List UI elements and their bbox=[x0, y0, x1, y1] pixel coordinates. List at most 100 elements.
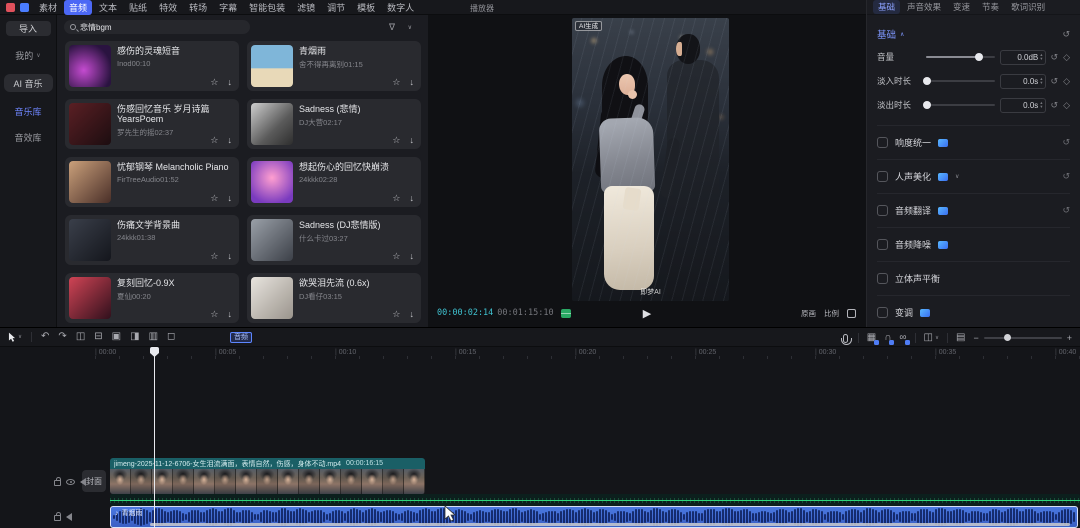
music-card[interactable]: 复刻回忆-0.9X夏仙00:20☆↓ bbox=[65, 273, 239, 323]
stepper-down-icon[interactable]: ▾ bbox=[1040, 105, 1042, 109]
panel-tab-1[interactable]: 基础 bbox=[873, 0, 900, 14]
music-card[interactable]: Sadness (悲情)DJ大营02:17☆↓ bbox=[247, 99, 421, 149]
keyframe-icon[interactable]: ◇ bbox=[1063, 100, 1070, 111]
menu-item-3[interactable]: 文本 bbox=[94, 0, 122, 15]
sidebar-item-mine[interactable]: 我的 ∨ bbox=[0, 49, 56, 62]
adjust-icon[interactable]: ▤ bbox=[956, 333, 965, 343]
reverse-icon[interactable]: ◨ bbox=[130, 332, 139, 342]
playhead[interactable] bbox=[150, 347, 159, 528]
checkbox[interactable] bbox=[877, 273, 888, 284]
reset-icon[interactable]: ↺ bbox=[1062, 29, 1070, 40]
music-card[interactable]: 忧郁钢琴 Melancholic PianoFirTreeAudio01:52☆… bbox=[65, 157, 239, 207]
checkbox[interactable] bbox=[877, 205, 888, 216]
mute-icon[interactable] bbox=[66, 513, 72, 521]
audio-feature-row[interactable]: 音频翻译↺ bbox=[877, 193, 1070, 227]
checkbox[interactable] bbox=[877, 239, 888, 250]
play-button[interactable]: ▶ bbox=[643, 307, 651, 320]
lock-icon[interactable] bbox=[54, 515, 61, 521]
reset-icon[interactable]: ↺ bbox=[1062, 171, 1070, 182]
zoom-knob[interactable] bbox=[1004, 334, 1011, 341]
workspace-icon[interactable] bbox=[20, 3, 29, 12]
preview-video[interactable]: AI生成 即梦AI bbox=[572, 18, 729, 301]
menu-item-10[interactable]: 调节 bbox=[322, 0, 350, 15]
timeline-ruler[interactable]: 00:0000:0500:1000:1500:2000:2500:3000:35… bbox=[0, 347, 1080, 359]
stepper-down-icon[interactable]: ▾ bbox=[1040, 81, 1042, 85]
star-icon[interactable]: ☆ bbox=[210, 193, 218, 204]
panel-tab-4[interactable]: 节奏 bbox=[977, 0, 1004, 14]
link-icon[interactable]: ∞ bbox=[899, 333, 906, 343]
music-card[interactable]: 欲哭泪先流 (0.6x)DJ看仔03:15☆↓ bbox=[247, 273, 421, 323]
menu-item-7[interactable]: 字幕 bbox=[214, 0, 242, 15]
panel-tab-3[interactable]: 变速 bbox=[948, 0, 975, 14]
panel-tab-5[interactable]: 歌词识别 bbox=[1006, 0, 1050, 14]
download-icon[interactable]: ↓ bbox=[228, 193, 233, 204]
menu-item-5[interactable]: 特效 bbox=[154, 0, 182, 15]
star-icon[interactable]: ☆ bbox=[210, 77, 218, 88]
audio-feature-row[interactable]: 人声美化∨↺ bbox=[877, 159, 1070, 193]
star-icon[interactable]: ☆ bbox=[210, 135, 218, 146]
star-icon[interactable]: ☆ bbox=[392, 135, 400, 146]
music-card[interactable]: 伤痛文学背景曲24kkk01:38☆↓ bbox=[65, 215, 239, 265]
eye-icon[interactable] bbox=[66, 479, 75, 485]
value-input[interactable]: 0.0dB▴▾ bbox=[1000, 50, 1046, 65]
checkbox[interactable] bbox=[877, 137, 888, 148]
zoom-in-icon[interactable]: + bbox=[1067, 333, 1072, 343]
reset-icon[interactable]: ↺ bbox=[1051, 100, 1059, 111]
download-icon[interactable]: ↓ bbox=[228, 251, 233, 262]
menu-item-1[interactable]: 素材 bbox=[34, 0, 62, 15]
slider-knob[interactable] bbox=[923, 101, 931, 109]
star-icon[interactable]: ☆ bbox=[392, 309, 400, 320]
reset-icon[interactable]: ↺ bbox=[1051, 76, 1059, 87]
menu-item-8[interactable]: 智能包装 bbox=[244, 0, 290, 15]
download-icon[interactable]: ↓ bbox=[228, 77, 233, 88]
zoom-out-icon[interactable]: − bbox=[973, 333, 978, 343]
menu-item-9[interactable]: 滤镜 bbox=[292, 0, 320, 15]
slider-track[interactable] bbox=[926, 80, 995, 82]
lock-icon[interactable] bbox=[54, 480, 61, 486]
music-card[interactable]: 感伤的灵魂短音Inod00:10☆↓ bbox=[65, 41, 239, 91]
audio-feature-row[interactable]: 立体声平衡 bbox=[877, 261, 1070, 295]
slider-track[interactable] bbox=[926, 56, 995, 58]
checkbox[interactable] bbox=[877, 307, 888, 318]
menu-item-6[interactable]: 转场 bbox=[184, 0, 212, 15]
filter-icon[interactable]: ∇ bbox=[389, 22, 395, 33]
mirror-icon[interactable]: ▥ bbox=[149, 332, 158, 342]
basic-section-header[interactable]: 基础 ∧ ↺ bbox=[877, 27, 1070, 41]
slider-knob[interactable] bbox=[923, 77, 931, 85]
linked-audio-strip[interactable] bbox=[110, 494, 1080, 506]
music-card[interactable]: 青烟雨舍不得再离别01:15☆↓ bbox=[247, 41, 421, 91]
panel-tab-2[interactable]: 声音效果 bbox=[902, 0, 946, 14]
mute-icon[interactable] bbox=[80, 478, 86, 486]
download-icon[interactable]: ↓ bbox=[228, 135, 233, 146]
sidebar-item-sfx-library[interactable]: 音效库 bbox=[0, 131, 56, 144]
sidebar-item-music-library[interactable]: 音乐库 bbox=[0, 105, 56, 118]
reset-icon[interactable]: ↺ bbox=[1062, 205, 1070, 216]
star-icon[interactable]: ☆ bbox=[210, 251, 218, 262]
stepper[interactable]: ▴▾ bbox=[1040, 101, 1042, 109]
select-tool-button[interactable]: ∨ bbox=[8, 332, 22, 343]
record-audio-icon[interactable] bbox=[843, 334, 848, 343]
star-icon[interactable]: ☆ bbox=[392, 251, 400, 262]
reset-icon[interactable]: ↺ bbox=[1051, 52, 1059, 63]
crop-icon[interactable]: ◻ bbox=[167, 332, 175, 342]
value-input[interactable]: 0.0s▴▾ bbox=[1000, 74, 1046, 89]
timeline-area[interactable]: 00:0000:0500:1000:1500:2000:2500:3000:35… bbox=[0, 347, 1080, 528]
import-button[interactable]: 导入 bbox=[6, 21, 51, 36]
fullscreen-icon[interactable] bbox=[847, 309, 856, 318]
freeze-icon[interactable]: ▣ bbox=[112, 332, 121, 342]
redo-icon[interactable]: ↷ bbox=[58, 332, 66, 342]
menu-item-12[interactable]: 数字人 bbox=[382, 0, 419, 15]
magnet-icon[interactable]: ∩ bbox=[884, 333, 891, 343]
preview-axis-icon[interactable]: ▦ bbox=[867, 333, 876, 343]
download-icon[interactable]: ↓ bbox=[410, 135, 415, 146]
download-icon[interactable]: ↓ bbox=[410, 193, 415, 204]
slider-track[interactable] bbox=[926, 104, 995, 106]
audio-feature-row[interactable]: 变调 bbox=[877, 295, 1070, 329]
quality-button[interactable]: 原画 bbox=[801, 308, 816, 319]
app-logo-icon[interactable] bbox=[6, 3, 15, 12]
audio-feature-row[interactable]: 音频降噪 bbox=[877, 227, 1070, 261]
chevron-down-icon[interactable]: ∨ bbox=[408, 24, 412, 31]
zoom-slider[interactable] bbox=[984, 337, 1062, 339]
split-icon[interactable]: ◫ bbox=[76, 332, 85, 342]
undo-icon[interactable]: ↶ bbox=[41, 332, 49, 342]
